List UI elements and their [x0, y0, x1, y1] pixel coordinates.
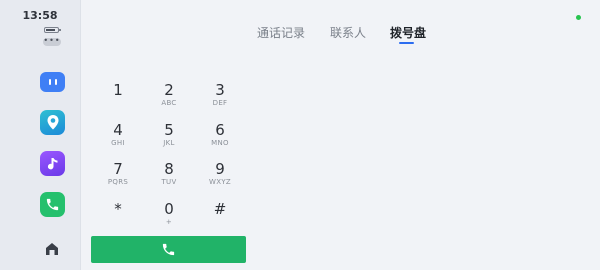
key-hash[interactable]: #	[195, 201, 245, 218]
tab-dialpad[interactable]: 拨号盘	[390, 24, 426, 41]
phone-app-icon[interactable]	[40, 192, 65, 217]
key-digit: 9	[215, 160, 225, 178]
key-9[interactable]: 9 WXYZ	[195, 161, 245, 187]
key-letters: JKL	[163, 139, 175, 147]
key-8[interactable]: 8 TUV	[144, 161, 194, 187]
key-digit: *	[114, 200, 122, 218]
active-tab-indicator	[399, 42, 414, 44]
tab-call-log[interactable]: 通话记录	[257, 24, 305, 41]
key-letters: MNO	[211, 139, 229, 147]
key-0[interactable]: 0 +	[144, 201, 194, 227]
home-icon[interactable]	[44, 241, 60, 257]
key-letters: GHI	[111, 139, 125, 147]
phone-icon	[162, 243, 175, 256]
key-letters: +	[165, 218, 173, 226]
maps-icon[interactable]	[40, 110, 65, 135]
key-digit: 6	[215, 121, 225, 139]
key-digit: 8	[164, 160, 174, 178]
key-6[interactable]: 6 MNO	[195, 122, 245, 148]
key-5[interactable]: 5 JKL	[144, 122, 194, 148]
tab-bar: 通话记录 联系人 拨号盘	[0, 24, 600, 44]
key-letters: WXYZ	[209, 178, 231, 186]
key-star[interactable]: *	[93, 201, 143, 218]
status-time: 13:58	[22, 9, 58, 22]
key-digit: #	[213, 200, 227, 218]
key-2[interactable]: 2 ABC	[144, 82, 194, 108]
key-4[interactable]: 4 GHI	[93, 122, 143, 148]
key-digit: 1	[113, 81, 123, 99]
key-letters: ABC	[161, 99, 177, 107]
tab-contacts[interactable]: 联系人	[330, 24, 366, 41]
key-letters: TUV	[161, 178, 177, 186]
key-digit: 5	[164, 121, 174, 139]
key-3[interactable]: 3 DEF	[195, 82, 245, 108]
key-7[interactable]: 7 PQRS	[93, 161, 143, 187]
key-letters: PQRS	[107, 178, 129, 186]
music-icon[interactable]	[40, 151, 65, 176]
key-letters: DEF	[212, 99, 228, 107]
key-digit: 0	[164, 200, 174, 218]
app-grid-icon[interactable]	[40, 72, 65, 92]
key-digit: 4	[113, 121, 123, 139]
key-digit: 2	[164, 81, 174, 99]
key-1[interactable]: 1	[93, 82, 143, 99]
status-indicator-dot	[576, 15, 581, 20]
call-button[interactable]	[91, 236, 246, 263]
key-digit: 7	[113, 160, 123, 178]
key-digit: 3	[215, 81, 225, 99]
